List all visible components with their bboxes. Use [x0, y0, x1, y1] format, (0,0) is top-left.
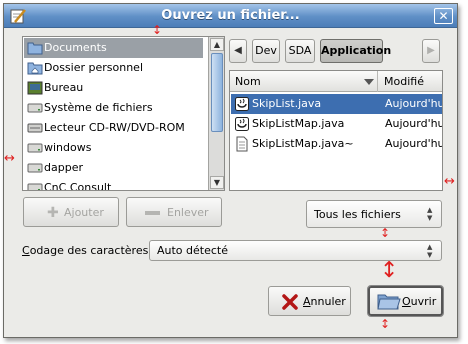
drive-icon	[27, 100, 43, 116]
place-item[interactable]: Dossier personnel	[24, 58, 203, 78]
plus-icon: ✚	[47, 205, 59, 221]
spacing-marker-top: ↕	[152, 23, 163, 37]
open-folder-icon	[377, 294, 401, 310]
encoding-mnemonic: C	[22, 244, 30, 257]
place-label: windows	[44, 141, 92, 154]
cancel-button[interactable]: Annuler	[268, 286, 351, 316]
remove-bookmark-label: Enlever	[167, 206, 209, 219]
place-item[interactable]: dapper	[24, 158, 203, 178]
place-label: dapper	[44, 161, 83, 174]
open-label: Ouvrir	[402, 295, 436, 308]
file-list-header: Nom Modifié	[230, 71, 442, 92]
column-modified-label: Modifié	[384, 75, 424, 88]
scroll-up-button[interactable]: ▲	[210, 38, 224, 51]
file-name: SkipListMap.java	[252, 117, 345, 130]
file-row[interactable]: SkipListMap.java~ Aujourd'hui	[231, 134, 443, 154]
place-label: Documents	[44, 41, 107, 54]
open-button[interactable]: Ouvrir	[367, 285, 444, 317]
java-file-icon	[234, 96, 250, 112]
path-back-button[interactable]: ◀	[229, 39, 247, 63]
place-item[interactable]: CnC Consult	[24, 178, 203, 191]
drive-icon	[27, 160, 43, 176]
scroll-down-button[interactable]: ▼	[210, 176, 224, 189]
path-label: Application	[321, 44, 392, 57]
path-button-dev[interactable]: Dev	[252, 39, 280, 63]
close-button[interactable]: ✕	[434, 8, 453, 24]
place-item[interactable]: Système de fichiers	[24, 98, 203, 118]
cancel-icon	[282, 294, 298, 310]
file-row[interactable]: SkipList.java Aujourd'hui	[231, 94, 443, 114]
places-scrollbar[interactable]: ▲ ▼	[208, 37, 224, 190]
drive-icon	[27, 180, 43, 190]
spacing-marker-right: ↔	[444, 174, 455, 189]
path-button-application[interactable]: Application	[320, 39, 391, 63]
title-bar[interactable]: Ouvrez un fichier... ✕	[4, 4, 457, 28]
cancel-mnemonic: A	[303, 295, 311, 308]
desktop-icon	[27, 80, 43, 96]
path-label: SDA	[288, 44, 312, 57]
column-header-modified[interactable]: Modifié	[379, 71, 442, 92]
add-bookmark-label: Ajouter	[64, 206, 104, 219]
place-label: Bureau	[44, 81, 84, 94]
chevron-left-icon: ◀	[234, 45, 242, 56]
file-list: Nom Modifié SkipList.java Aujourd'hui Skip…	[229, 70, 443, 191]
place-label: Dossier personnel	[44, 61, 144, 74]
place-item[interactable]: Documents	[24, 38, 203, 58]
place-item[interactable]: Lecteur CD-RW/DVD-ROM	[24, 118, 203, 138]
spacing-marker-left: ↔	[4, 151, 15, 166]
encoding-value: Auto détecté	[157, 244, 228, 257]
cancel-label-text: nnuler	[310, 295, 346, 308]
path-label: Dev	[255, 44, 277, 57]
drive-icon	[27, 140, 43, 156]
java-file-icon	[234, 116, 250, 132]
path-button-sda[interactable]: SDA	[285, 39, 315, 63]
open-mnemonic: O	[402, 295, 411, 308]
file-modified: Aujourd'hui	[385, 137, 443, 150]
add-bookmark-button[interactable]: ✚ Ajouter	[23, 197, 119, 227]
sort-descending-icon	[364, 79, 374, 85]
places-panel: Documents Dossier personnel Bureau Système …	[22, 36, 225, 191]
scroll-thumb[interactable]	[211, 53, 223, 132]
column-name-label: Nom	[235, 75, 261, 88]
place-label: CnC Consult	[44, 181, 112, 191]
open-label-text: uvrir	[410, 295, 437, 308]
combo-arrows-icon: ▲ ▼	[427, 206, 433, 222]
home-folder-icon	[27, 60, 43, 76]
file-rows: SkipList.java Aujourd'hui SkipListMap.java…	[230, 93, 442, 190]
place-label: Lecteur CD-RW/DVD-ROM	[44, 121, 185, 134]
place-item[interactable]: windows	[24, 138, 203, 158]
optical-drive-icon	[27, 120, 43, 136]
file-filter-combo[interactable]: Tous les fichiers ▲ ▼	[306, 200, 442, 228]
path-forward-button[interactable]: ▶	[422, 39, 440, 63]
combo-arrows-icon: ▲ ▼	[427, 243, 433, 259]
place-label: Système de fichiers	[44, 101, 153, 114]
file-modified: Aujourd'hui	[385, 117, 443, 130]
filter-value: Tous les fichiers	[314, 208, 401, 221]
spacing-marker-encoding: ↕	[380, 258, 399, 283]
text-file-icon	[234, 136, 250, 152]
remove-bookmark-button[interactable]: Enlever	[126, 197, 222, 227]
file-name: SkipListMap.java~	[252, 137, 354, 150]
column-header-name[interactable]: Nom	[230, 71, 378, 92]
cancel-label: Annuler	[303, 295, 346, 308]
minus-icon	[145, 211, 160, 215]
encoding-combo[interactable]: Auto détecté ▲ ▼	[149, 240, 442, 261]
file-open-dialog: Ouvrez un fichier... ✕ Documents Dossier …	[3, 3, 458, 338]
encoding-label: Codage des caractères :	[22, 244, 156, 257]
file-name: SkipList.java	[252, 97, 322, 110]
encoding-label-text: odage des caractères :	[29, 244, 156, 257]
folder-icon	[27, 40, 43, 56]
dialog-title: Ouvrez un fichier...	[161, 8, 300, 23]
spacing-marker-filter: ↕	[380, 226, 391, 240]
close-icon: ✕	[438, 9, 449, 23]
spacing-marker-bottom: ↕	[380, 317, 391, 331]
file-modified: Aujourd'hui	[385, 97, 443, 110]
place-item[interactable]: Bureau	[24, 78, 203, 98]
file-row[interactable]: SkipListMap.java Aujourd'hui	[231, 114, 443, 134]
chevron-right-icon: ▶	[427, 45, 435, 56]
